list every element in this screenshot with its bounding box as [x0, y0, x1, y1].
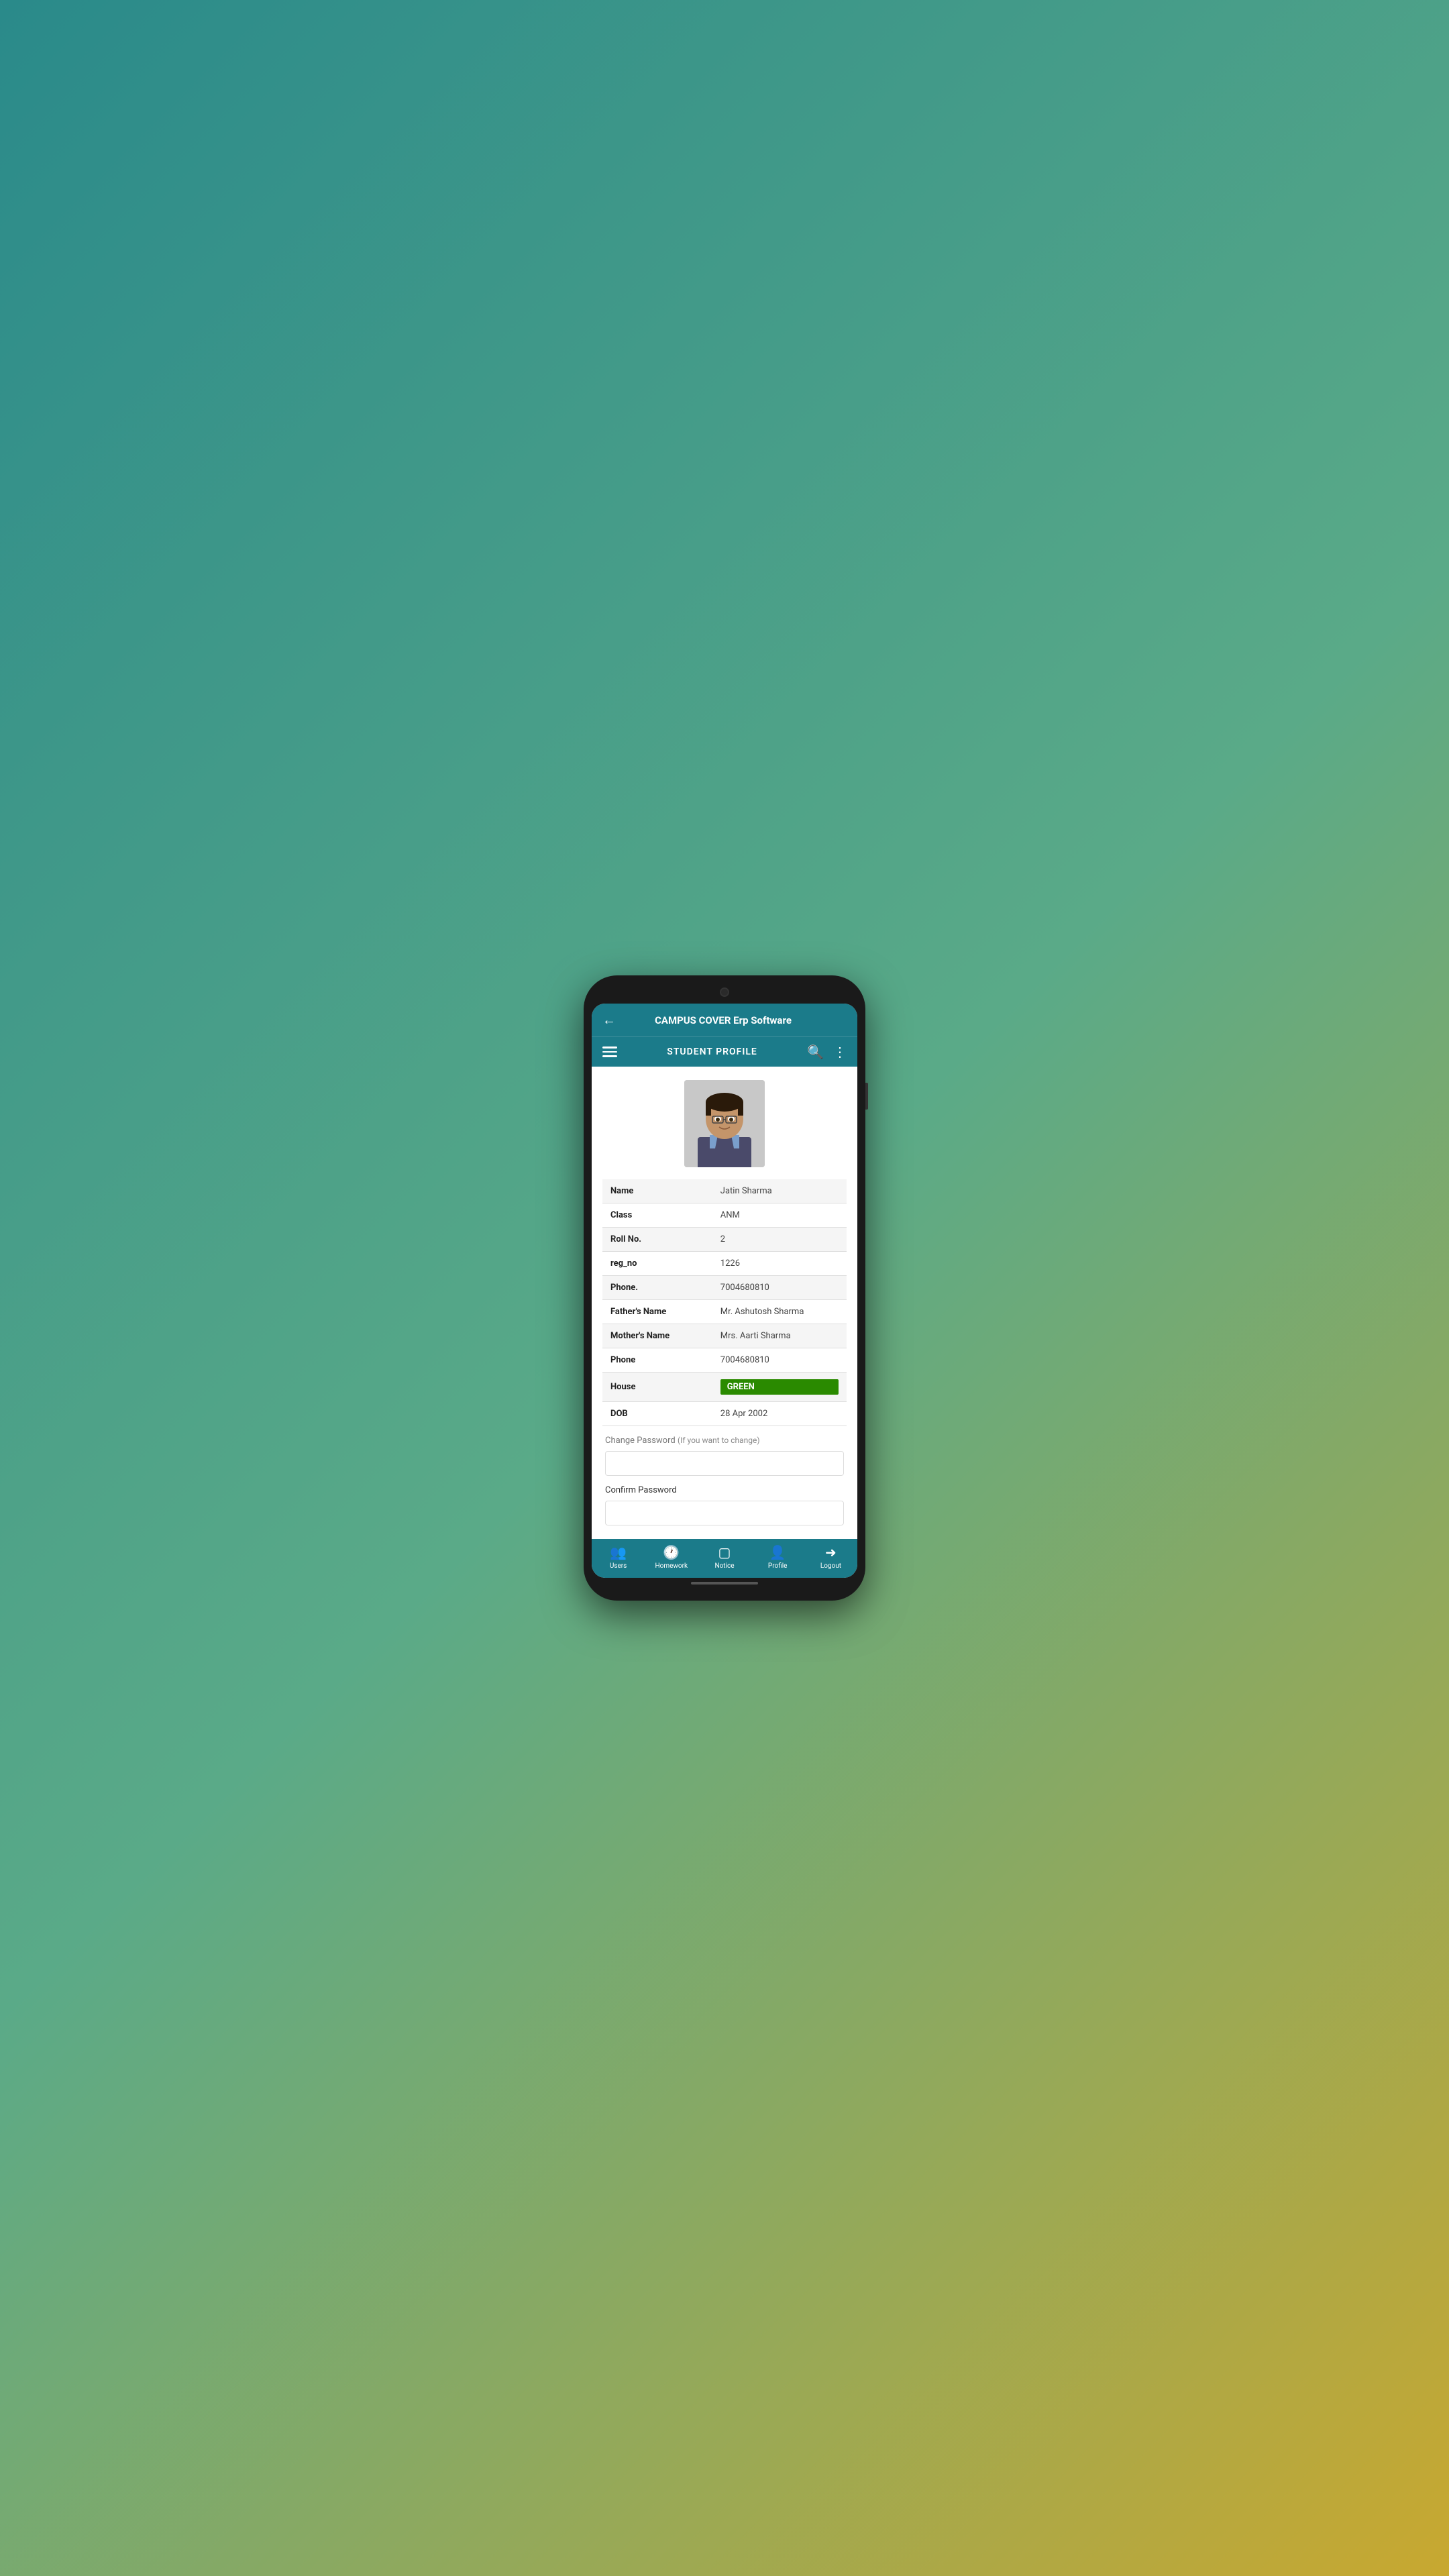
home-indicator: [592, 1578, 857, 1589]
bottom-navigation: 👥 Users 🕐 Homework ▢ Notice 👤 Profile ➜ …: [592, 1539, 857, 1578]
hamburger-menu[interactable]: [602, 1046, 617, 1057]
content-area: Name Jatin Sharma Class ANM Roll No. 2 r…: [592, 1067, 857, 1539]
homework-icon: 🕐: [663, 1544, 680, 1560]
profile-table: Name Jatin Sharma Class ANM Roll No. 2 r…: [602, 1179, 847, 1426]
avatar: [684, 1080, 765, 1167]
change-password-label: Change Password (If you want to change): [605, 1436, 844, 1446]
nav-icons: 🔍 ⋮: [807, 1044, 847, 1060]
name-value: Jatin Sharma: [712, 1179, 847, 1203]
nav-homework[interactable]: 🕐 Homework: [645, 1544, 698, 1570]
back-button[interactable]: ←: [602, 1012, 616, 1028]
dob-label: DOB: [602, 1402, 712, 1426]
search-icon[interactable]: 🔍: [807, 1044, 824, 1060]
table-row: Father's Name Mr. Ashutosh Sharma: [602, 1300, 847, 1324]
users-icon: 👥: [610, 1544, 627, 1560]
nav-users[interactable]: 👥 Users: [592, 1544, 645, 1570]
nav-logout[interactable]: ➜ Logout: [804, 1544, 857, 1570]
camera: [720, 987, 729, 997]
roll-label: Roll No.: [602, 1228, 712, 1252]
homework-label: Homework: [655, 1562, 688, 1570]
phone1-label: Phone.: [602, 1276, 712, 1300]
table-row: Mother's Name Mrs. Aarti Sharma: [602, 1324, 847, 1348]
table-row: House GREEN: [602, 1373, 847, 1402]
top-app-bar: ← CAMPUS COVER Erp Software: [592, 1004, 857, 1036]
phone-screen: ← CAMPUS COVER Erp Software STUDENT PROF…: [592, 1004, 857, 1578]
father-value: Mr. Ashutosh Sharma: [712, 1300, 847, 1324]
phone1-value: 7004680810: [712, 1276, 847, 1300]
house-badge: GREEN: [720, 1379, 839, 1395]
table-row: Phone 7004680810: [602, 1348, 847, 1373]
profile-label: Profile: [768, 1562, 788, 1570]
nav-notice[interactable]: ▢ Notice: [698, 1544, 751, 1570]
house-value: GREEN: [712, 1373, 847, 1402]
roll-value: 2: [712, 1228, 847, 1252]
table-row: Name Jatin Sharma: [602, 1179, 847, 1203]
table-row: reg_no 1226: [602, 1252, 847, 1276]
nav-bar: STUDENT PROFILE 🔍 ⋮: [592, 1036, 857, 1067]
confirm-password-input[interactable]: [605, 1501, 844, 1525]
father-label: Father's Name: [602, 1300, 712, 1324]
mother-label: Mother's Name: [602, 1324, 712, 1348]
mother-value: Mrs. Aarti Sharma: [712, 1324, 847, 1348]
dob-value: 28 Apr 2002: [712, 1402, 847, 1426]
class-label: Class: [602, 1203, 712, 1228]
phone2-label: Phone: [602, 1348, 712, 1373]
logout-label: Logout: [820, 1562, 841, 1570]
nav-profile[interactable]: 👤 Profile: [751, 1544, 804, 1570]
house-label: House: [602, 1373, 712, 1402]
reg-value: 1226: [712, 1252, 847, 1276]
home-bar: [691, 1582, 758, 1585]
more-options-icon[interactable]: ⋮: [833, 1044, 847, 1060]
confirm-password-label: Confirm Password: [605, 1485, 844, 1495]
table-row: Roll No. 2: [602, 1228, 847, 1252]
reg-label: reg_no: [602, 1252, 712, 1276]
side-button: [865, 1083, 868, 1110]
nav-title: STUDENT PROFILE: [667, 1046, 757, 1057]
class-value: ANM: [712, 1203, 847, 1228]
table-row: Class ANM: [602, 1203, 847, 1228]
notice-icon: ▢: [718, 1544, 731, 1560]
change-password-input[interactable]: [605, 1451, 844, 1476]
phone-frame: ← CAMPUS COVER Erp Software STUDENT PROF…: [584, 975, 865, 1601]
name-label: Name: [602, 1179, 712, 1203]
notice-label: Notice: [714, 1562, 734, 1570]
table-row: Phone. 7004680810: [602, 1276, 847, 1300]
profile-icon: 👤: [769, 1544, 786, 1560]
password-section: Change Password (If you want to change) …: [602, 1426, 847, 1532]
avatar-container: [602, 1080, 847, 1167]
app-title: CAMPUS COVER Erp Software: [616, 1014, 830, 1026]
logout-icon: ➜: [825, 1544, 837, 1560]
users-label: Users: [610, 1562, 627, 1570]
phone2-value: 7004680810: [712, 1348, 847, 1373]
table-row: DOB 28 Apr 2002: [602, 1402, 847, 1426]
